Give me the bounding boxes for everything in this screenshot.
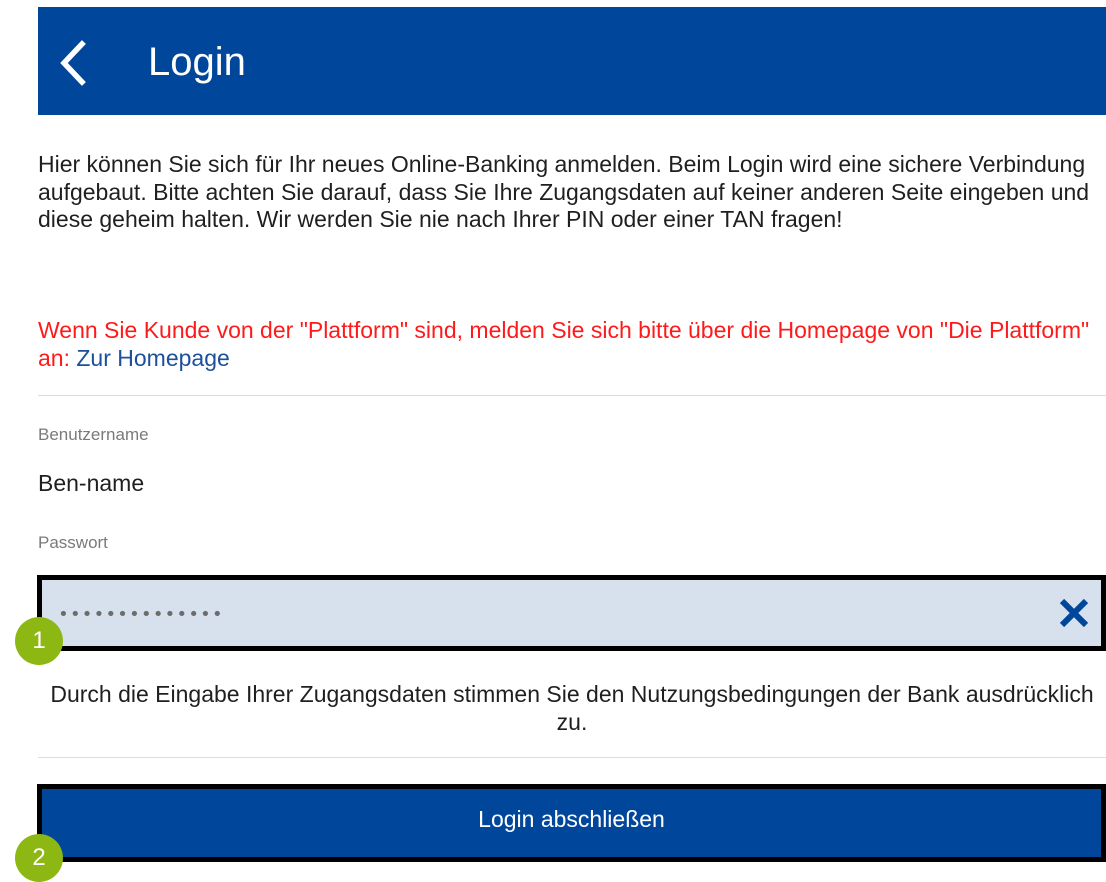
divider: [38, 395, 1106, 396]
intro-text: Hier können Sie sich für Ihr neues Onlin…: [38, 151, 1090, 232]
username-label: Benutzername: [38, 425, 149, 444]
step-badge-2: 2: [15, 834, 63, 882]
password-input[interactable]: [56, 594, 1020, 634]
password-field: [37, 575, 1106, 651]
back-button[interactable]: [52, 38, 96, 88]
header-bar: Login: [38, 7, 1106, 115]
divider: [38, 757, 1106, 758]
username-value[interactable]: Ben-name: [38, 469, 144, 497]
page-title: Login: [148, 40, 246, 84]
clear-password-button[interactable]: [1057, 596, 1091, 630]
login-submit-button[interactable]: Login abschließen: [37, 784, 1106, 862]
chevron-left-icon: [60, 40, 86, 86]
homepage-link[interactable]: Zur Homepage: [76, 345, 229, 371]
close-icon: [1059, 598, 1089, 628]
terms-text: Durch die Eingabe Ihrer Zugangsdaten sti…: [50, 681, 1094, 735]
step-badge-1: 1: [15, 617, 63, 665]
password-label: Passwort: [38, 533, 108, 552]
platform-notice: Wenn Sie Kunde von der "Plattform" sind,…: [38, 316, 1106, 372]
login-submit-label: Login abschließen: [478, 806, 665, 832]
